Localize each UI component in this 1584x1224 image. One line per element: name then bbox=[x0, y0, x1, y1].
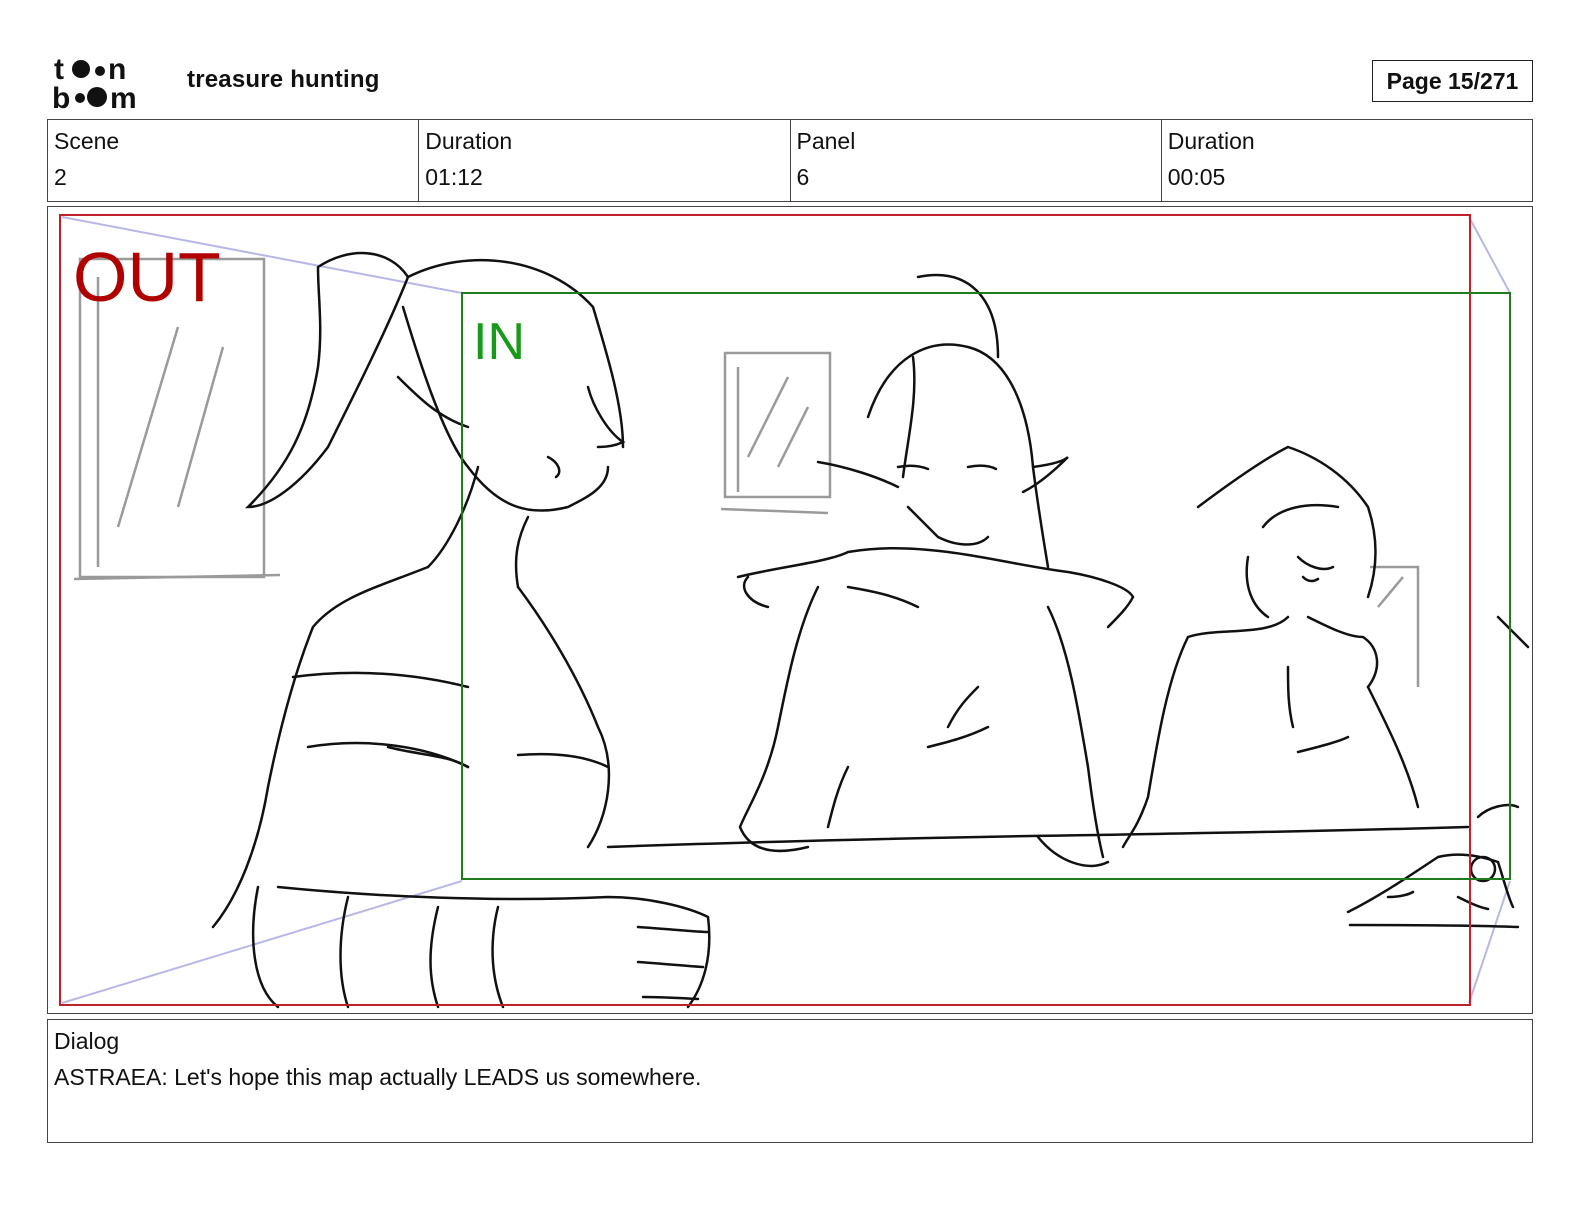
background-window-center bbox=[720, 351, 832, 515]
camera-guide-lines bbox=[61, 216, 1511, 1004]
panel-duration-cell: Duration 00:05 bbox=[1162, 120, 1532, 201]
out-label: OUT bbox=[73, 238, 221, 316]
in-frame bbox=[461, 292, 1511, 880]
scene-duration-label: Duration bbox=[425, 128, 513, 154]
scene-info-table: Scene 2 Duration 01:12 Panel 6 Duration … bbox=[47, 119, 1533, 202]
panel-duration-label: Duration bbox=[1167, 128, 1255, 154]
scene-label: Scene bbox=[54, 128, 120, 154]
panel-duration-value: 00:05 bbox=[1167, 164, 1226, 190]
panel-value: 6 bbox=[796, 164, 810, 190]
project-title: treasure hunting bbox=[187, 66, 380, 93]
scene-cell: Scene 2 bbox=[48, 120, 420, 201]
panel-cell: Panel 6 bbox=[791, 120, 1162, 201]
storyboard-panel: OUT IN bbox=[47, 206, 1533, 1014]
panel-sketch: OUT IN bbox=[59, 214, 1530, 1009]
svg-text:m: m bbox=[110, 82, 137, 110]
character-middle bbox=[736, 273, 1135, 867]
dialog-text: ASTRAEA: Let's hope this map actually LE… bbox=[54, 1064, 702, 1090]
scene-value: 2 bbox=[54, 164, 67, 190]
scene-duration-value: 01:12 bbox=[425, 164, 483, 190]
panel-label: Panel bbox=[796, 128, 856, 154]
character-right bbox=[1121, 445, 1420, 849]
toon-boom-logo: t n b m bbox=[52, 53, 137, 110]
dialog-label: Dialog bbox=[54, 1028, 120, 1054]
page-indicator: Page 15/271 bbox=[1372, 60, 1533, 102]
dialog-box: Dialog ASTRAEA: Let's hope this map actu… bbox=[47, 1019, 1533, 1143]
scene-duration-cell: Duration 01:12 bbox=[419, 120, 791, 201]
svg-text:b: b bbox=[52, 82, 70, 110]
in-label: IN bbox=[473, 313, 525, 371]
